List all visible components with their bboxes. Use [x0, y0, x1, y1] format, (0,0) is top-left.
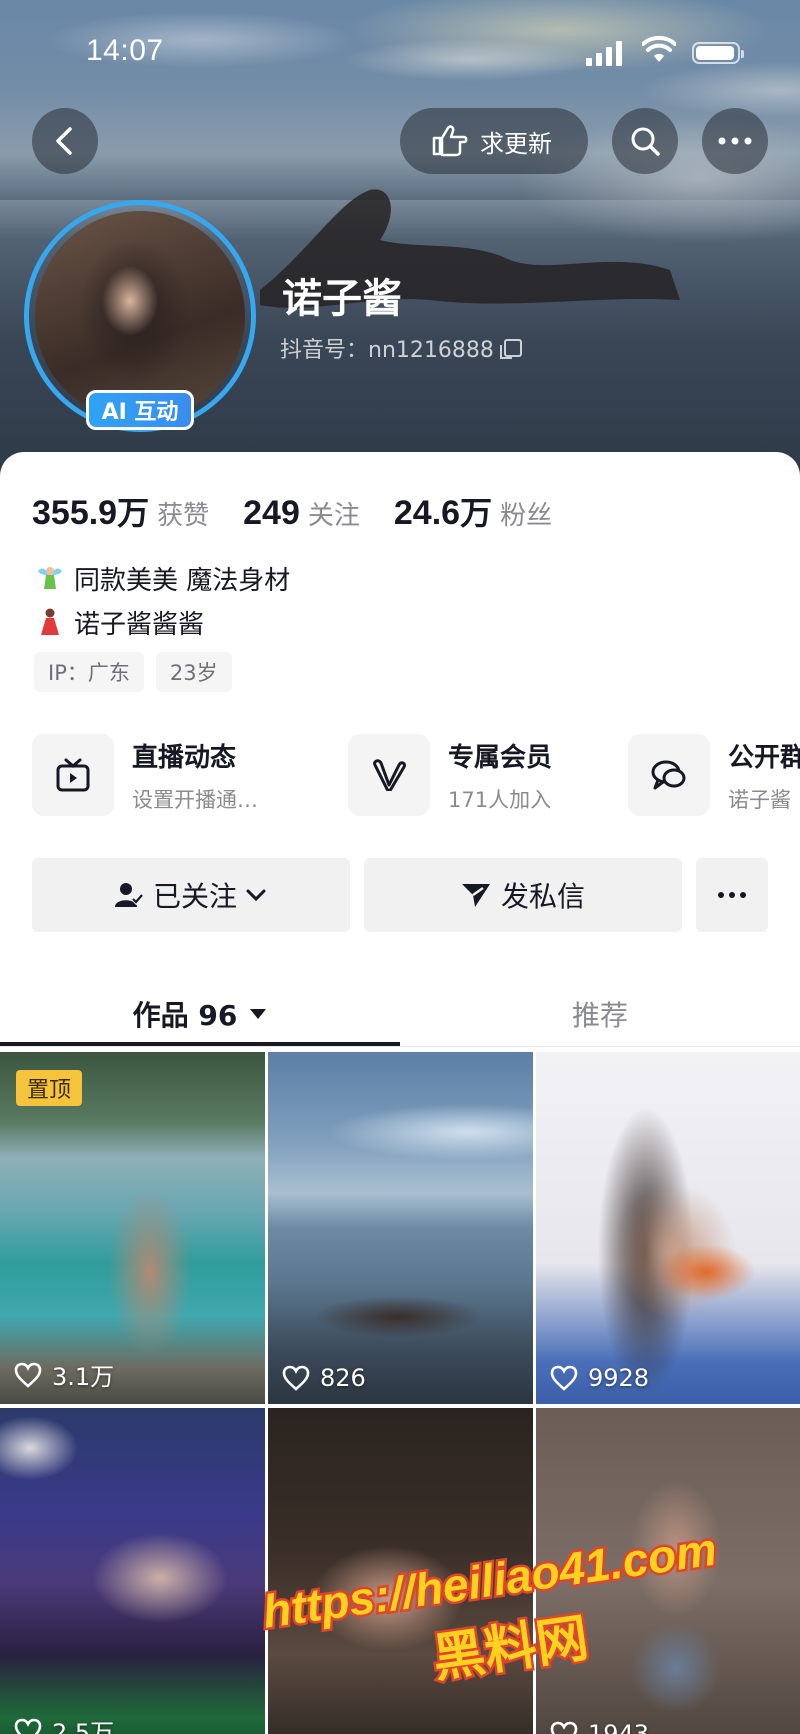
content-tabs: 作品 96 推荐: [0, 978, 800, 1050]
stat-followers-label: 粉丝: [500, 501, 553, 531]
video-thumbnail[interactable]: 1943: [536, 1408, 800, 1734]
handle-text: 抖音号：nn1216888: [280, 338, 494, 363]
bio-text: 诺子酱酱酱: [74, 609, 205, 640]
request-update-button[interactable]: 求更新: [400, 108, 588, 174]
video-likes-count: 1943: [588, 1720, 650, 1734]
bio-line: 诺子酱酱酱: [34, 600, 290, 644]
ellipsis-icon: [718, 892, 746, 898]
heart-icon: [282, 1365, 310, 1391]
video-thumbnail[interactable]: 9928: [536, 1052, 800, 1404]
heart-icon: [550, 1365, 578, 1391]
video-thumbnail[interactable]: 826: [268, 1052, 533, 1404]
chat-bubble-icon: [628, 734, 710, 816]
feature-group[interactable]: 公开群 诺子酱: [628, 732, 800, 818]
stat-followers-unit: 万: [460, 494, 493, 532]
signal-icon: [586, 40, 626, 66]
search-icon: [631, 127, 660, 156]
tab-works-label: 作品 96: [132, 999, 238, 1032]
profile-handle[interactable]: 抖音号：nn1216888: [280, 332, 522, 364]
request-update-label: 求更新: [480, 129, 552, 158]
feature-live[interactable]: 直播动态 设置开播通…: [32, 732, 258, 818]
search-button[interactable]: [612, 108, 678, 174]
video-likes-count: 2.5万: [52, 1719, 115, 1734]
heart-icon: [550, 1721, 578, 1734]
send-message-label: 发私信: [500, 880, 585, 913]
tag-ip: IP：广东: [34, 652, 144, 692]
video-thumbnail[interactable]: [268, 1408, 533, 1734]
caret-down-icon: [250, 1009, 267, 1019]
chevron-left-icon: [56, 127, 72, 155]
video-likes: 9928: [550, 1364, 649, 1392]
more-actions-button[interactable]: [696, 858, 768, 932]
bio-line: 同款美美 魔法身材: [34, 556, 290, 600]
stat-followers[interactable]: 24.6 万 粉丝: [394, 488, 552, 534]
status-bar: 14:07: [0, 0, 800, 100]
paper-plane-icon: [461, 884, 490, 907]
tab-recommend[interactable]: 推荐: [400, 978, 800, 1050]
video-likes: 2.5万: [14, 1713, 114, 1734]
video-likes-count: 9928: [588, 1364, 650, 1392]
stat-likes-label: 获赞: [157, 501, 210, 531]
tab-works[interactable]: 作品 96: [0, 978, 400, 1050]
feature-row: 直播动态 设置开播通… 专属会员 171人加入 公开群 诺子酱: [32, 732, 800, 818]
stat-following-value: 249: [243, 494, 300, 532]
feature-group-title: 公开群: [728, 742, 800, 773]
feature-group-subtitle: 诺子酱: [728, 787, 791, 812]
profile-tags: IP：广东 23岁: [34, 652, 244, 692]
status-time: 14:07: [86, 34, 164, 67]
feature-membership-subtitle: 171人加入: [448, 787, 552, 812]
followed-label: 已关注: [152, 880, 237, 913]
video-likes: 826: [282, 1364, 366, 1392]
pointing-hand-icon: [432, 125, 468, 157]
feature-live-subtitle: 设置开播通…: [132, 787, 258, 812]
chevron-down-icon: [246, 889, 266, 902]
heart-icon: [14, 1362, 42, 1388]
video-likes: 3.1万: [14, 1357, 114, 1392]
bio-text: 同款美美 魔法身材: [74, 565, 291, 596]
fairy-emoji-icon: [34, 562, 66, 594]
tag-age: 23岁: [155, 652, 232, 692]
video-likes: 1943: [550, 1720, 649, 1734]
profile-stats: 355.9 万 获赞 249 关注 24.6 万 粉丝: [32, 488, 586, 534]
video-likes-count: 826: [320, 1364, 366, 1392]
stat-followers-value: 24.6: [393, 494, 461, 532]
heart-icon: [14, 1718, 42, 1734]
tv-icon: [32, 734, 114, 816]
video-thumbnail[interactable]: 置顶 3.1万: [0, 1052, 265, 1404]
stat-likes-value: 355.9: [32, 494, 118, 532]
battery-icon: [692, 42, 744, 64]
send-message-button[interactable]: 发私信: [364, 858, 682, 932]
feature-live-title: 直播动态: [132, 742, 237, 773]
tab-divider: [0, 1046, 800, 1047]
stat-likes-unit: 万: [117, 494, 150, 532]
v-heart-icon: [348, 734, 430, 816]
ai-interact-badge[interactable]: AI 互动: [86, 390, 194, 430]
user-check-icon: [114, 883, 143, 907]
video-thumbnail[interactable]: 2.5万: [0, 1408, 265, 1734]
copy-icon[interactable]: [499, 339, 522, 359]
back-button[interactable]: [32, 108, 98, 174]
red-dress-emoji-icon: [34, 606, 66, 638]
profile-nickname: 诺子酱: [282, 276, 402, 322]
feature-membership-title: 专属会员: [448, 742, 553, 773]
stat-following-label: 关注: [307, 501, 360, 531]
ellipsis-icon: [718, 137, 752, 145]
followed-button[interactable]: 已关注: [32, 858, 350, 932]
stat-following[interactable]: 249 关注: [243, 494, 360, 533]
profile-actions: 已关注 发私信: [32, 858, 768, 932]
feature-membership[interactable]: 专属会员 171人加入: [348, 732, 552, 818]
video-likes-count: 3.1万: [52, 1363, 115, 1391]
profile-bio: 同款美美 魔法身材 诺子酱酱酱: [34, 556, 290, 644]
video-grid: 置顶 3.1万 826 9928 2.5万 1943: [0, 1052, 800, 1734]
more-options-button[interactable]: [702, 108, 768, 174]
pinned-badge: 置顶: [16, 1070, 82, 1106]
stat-likes: 355.9 万 获赞: [32, 488, 209, 534]
wifi-icon: [642, 36, 676, 62]
